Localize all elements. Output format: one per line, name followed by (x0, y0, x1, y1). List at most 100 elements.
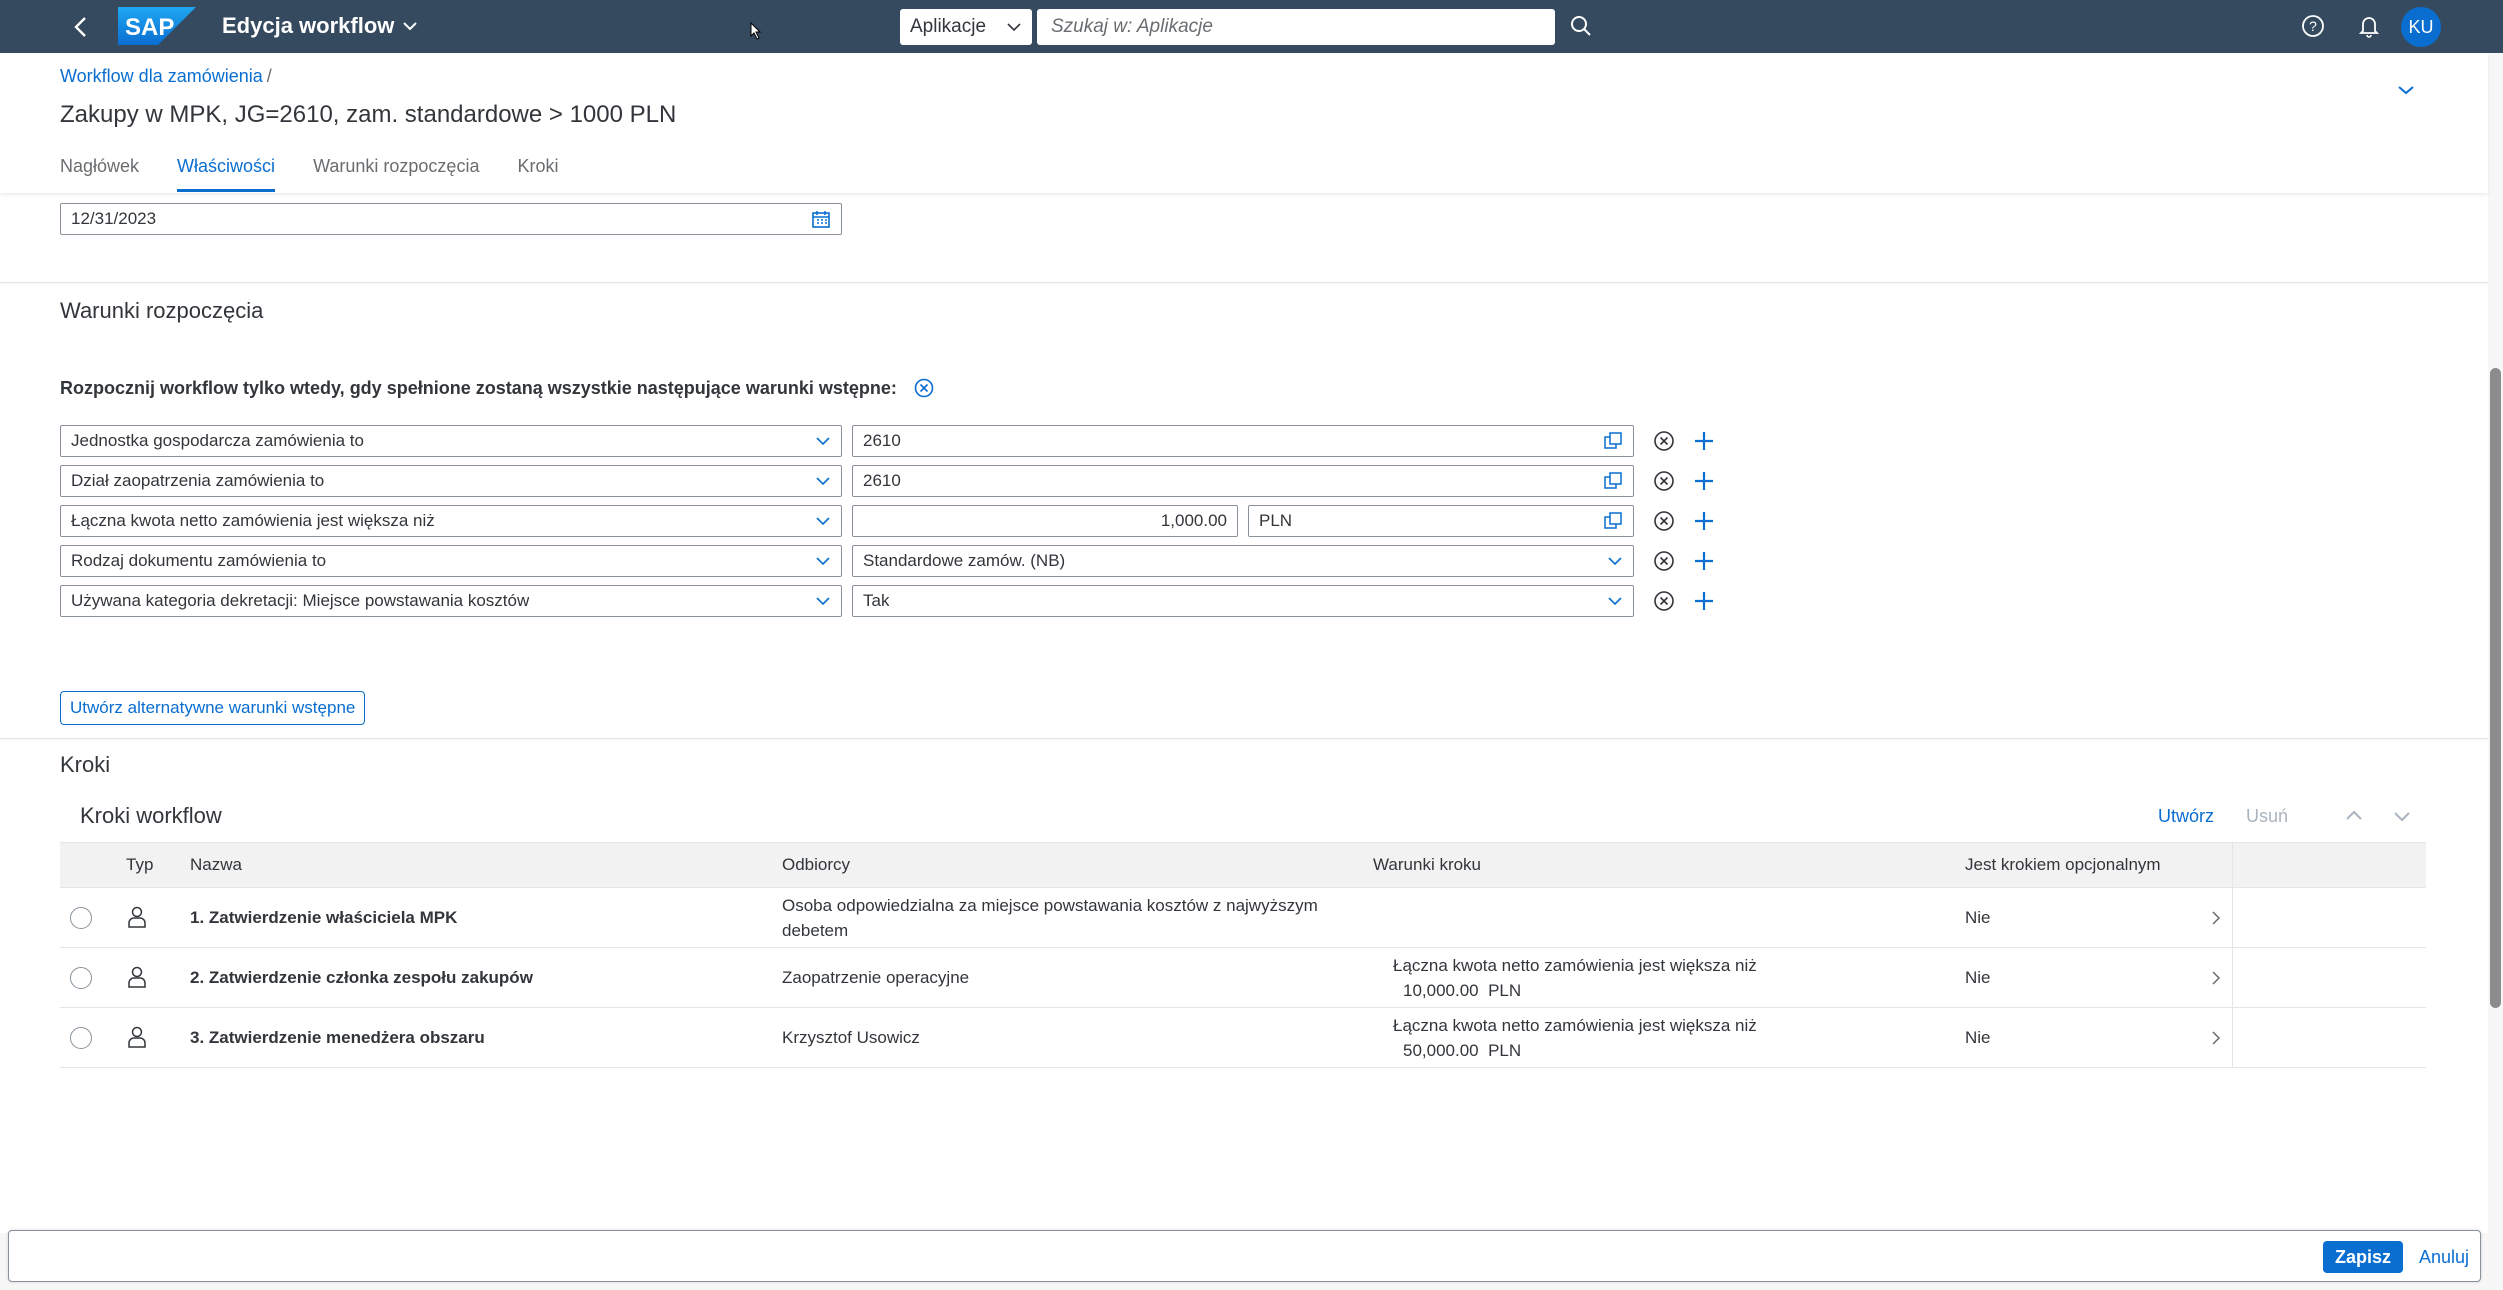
amount-input[interactable]: 1,000.00 (852, 505, 1238, 537)
calendar-icon[interactable] (811, 209, 831, 229)
step-name: 2. Zatwierdzenie członka zespołu zakupów (190, 968, 533, 987)
table-row[interactable]: 2. Zatwierdzenie członka zespołu zakupów… (60, 948, 2426, 1008)
tab-start-conditions[interactable]: Warunki rozpoczęcia (313, 153, 479, 192)
condition-select[interactable]: Używana kategoria dekretacji: Miejsce po… (60, 585, 842, 617)
condition-select-value: Rodzaj dokumentu zamówienia to (71, 551, 327, 570)
valid-to-date-picker[interactable]: 12/31/2023 (60, 203, 842, 235)
value-help-icon[interactable] (1603, 431, 1623, 451)
shell-bar: SAP Edycja workflow Aplikacje ? KU (0, 0, 2503, 53)
chevron-down-icon[interactable] (2393, 77, 2419, 103)
steps-section-title: Kroki (60, 752, 111, 777)
step-optional: Nie (1965, 968, 1991, 987)
add-condition-icon[interactable] (1692, 469, 1716, 493)
value-help-icon[interactable] (1603, 511, 1623, 531)
breadcrumb-link[interactable]: Workflow dla zamówienia (60, 66, 263, 86)
sap-logo[interactable]: SAP (118, 7, 196, 45)
column-header-name: Nazwa (190, 855, 242, 874)
row-select-radio[interactable] (70, 907, 92, 929)
currency-value: PLN (1259, 511, 1293, 530)
create-step-button[interactable]: Utwórz (2158, 806, 2214, 827)
chevron-right-icon[interactable] (2210, 1030, 2222, 1046)
move-down-icon[interactable] (2388, 802, 2416, 830)
condition-value: 2610 (863, 431, 901, 450)
add-condition-icon[interactable] (1692, 589, 1716, 613)
remove-condition-icon[interactable] (1652, 429, 1676, 453)
condition-select-value: Używana kategoria dekretacji: Miejsce po… (71, 591, 530, 610)
chevron-down-icon (403, 22, 418, 31)
step-recipients: Zaopatrzenie operacyjne (782, 968, 970, 987)
page-content: 12/31/2023 Warunki rozpoczęcia Rozpoczni… (0, 193, 2488, 1233)
add-condition-icon[interactable] (1692, 509, 1716, 533)
currency-input[interactable]: PLN (1248, 505, 1634, 537)
cancel-button[interactable]: Anuluj (2415, 1241, 2473, 1273)
help-icon[interactable]: ? (2300, 13, 2326, 39)
table-row[interactable]: 3. Zatwierdzenie menedżera obszaru Krzys… (60, 1008, 2426, 1068)
step-recipients: Osoba odpowiedzialna za miejsce powstawa… (782, 896, 1318, 915)
column-header-type: Typ (126, 855, 154, 874)
tab-properties[interactable]: Właściwości (177, 153, 276, 192)
search-icon[interactable] (1568, 13, 1594, 39)
breadcrumb: Workflow dla zamówienia / (60, 66, 272, 87)
search-field[interactable] (1037, 9, 1555, 45)
chevron-down-icon (816, 477, 830, 486)
condition-select[interactable]: Jednostka gospodarcza zamówienia to (60, 425, 842, 457)
chevron-right-icon[interactable] (2210, 970, 2222, 986)
step-condition: Łączna kwota netto zamówienia jest więks… (1393, 956, 1757, 975)
condition-value-select[interactable]: Standardowe zamów. (NB) (852, 545, 1634, 577)
condition-value: Standardowe zamów. (NB) (863, 551, 1066, 570)
condition-select[interactable]: Rodzaj dokumentu zamówienia to (60, 545, 842, 577)
tab-steps[interactable]: Kroki (517, 153, 558, 192)
condition-select[interactable]: Łączna kwota netto zamówienia jest więks… (60, 505, 842, 537)
chevron-down-icon (1608, 557, 1622, 566)
row-select-radio[interactable] (70, 1027, 92, 1049)
remove-condition-icon[interactable] (1652, 509, 1676, 533)
condition-value-input[interactable]: 2610 (852, 425, 1634, 457)
steps-table-title: Kroki workflow (80, 803, 222, 828)
delete-step-button[interactable]: Usuń (2246, 806, 2288, 827)
vertical-scrollbar[interactable] (2488, 53, 2503, 1230)
search-input[interactable] (1051, 16, 1541, 38)
save-button[interactable]: Zapisz (2323, 1241, 2404, 1273)
remove-condition-icon[interactable] (1652, 469, 1676, 493)
search-scope-label: Aplikacje (910, 16, 987, 37)
app-title-menu[interactable]: Edycja workflow (222, 13, 418, 39)
condition-value: Tak (863, 591, 890, 610)
add-condition-icon[interactable] (1692, 549, 1716, 573)
chevron-right-icon[interactable] (2210, 910, 2222, 926)
condition-value-select[interactable]: Tak (852, 585, 1634, 617)
user-avatar[interactable]: KU (2401, 7, 2441, 47)
condition-select-value: Jednostka gospodarcza zamówienia to (71, 431, 364, 450)
user-icon (128, 966, 146, 988)
move-up-icon[interactable] (2340, 802, 2368, 830)
scrollbar-thumb[interactable] (2490, 368, 2501, 1008)
value-help-icon[interactable] (1603, 471, 1623, 491)
condition-select-value: Łączna kwota netto zamówienia jest więks… (71, 511, 435, 530)
remove-all-icon[interactable] (913, 377, 935, 399)
tab-bar: Nagłówek Właściwości Warunki rozpoczęcia… (60, 153, 596, 192)
column-divider (2232, 888, 2233, 947)
column-divider (2232, 1008, 2233, 1067)
back-icon[interactable] (66, 12, 96, 42)
chevron-down-icon (816, 557, 830, 566)
row-select-radio[interactable] (70, 967, 92, 989)
column-header-step-conditions: Warunki kroku (1373, 855, 1482, 874)
chevron-down-icon (816, 517, 830, 526)
table-row[interactable]: 1. Zatwierdzenie właściciela MPK Osoba o… (60, 888, 2426, 948)
properties-section: 12/31/2023 (0, 193, 2488, 283)
footer-toolbar: Zapisz Anuluj (8, 1230, 2481, 1282)
search-scope-select[interactable]: Aplikacje (900, 9, 1032, 45)
conditions-intro-text: Rozpocznij workflow tylko wtedy, gdy spe… (60, 377, 897, 398)
conditions-intro: Rozpocznij workflow tylko wtedy, gdy spe… (60, 377, 935, 399)
create-alternative-conditions-button[interactable]: Utwórz alternatywne warunki wstępne (60, 691, 366, 725)
svg-text:SAP: SAP (125, 14, 174, 41)
condition-value-input[interactable]: 2610 (852, 465, 1634, 497)
notification-bell-icon[interactable] (2356, 13, 2382, 39)
tab-header[interactable]: Nagłówek (60, 153, 139, 192)
condition-select[interactable]: Dział zaopatrzenia zamówienia to (60, 465, 842, 497)
add-condition-icon[interactable] (1692, 429, 1716, 453)
remove-condition-icon[interactable] (1652, 549, 1676, 573)
step-recipients: Krzysztof Usowicz (782, 1028, 920, 1047)
user-icon (128, 906, 146, 928)
steps-section: Kroki Kroki workflow Utwórz Usuń Typ Naz… (0, 740, 2488, 1233)
remove-condition-icon[interactable] (1652, 589, 1676, 613)
